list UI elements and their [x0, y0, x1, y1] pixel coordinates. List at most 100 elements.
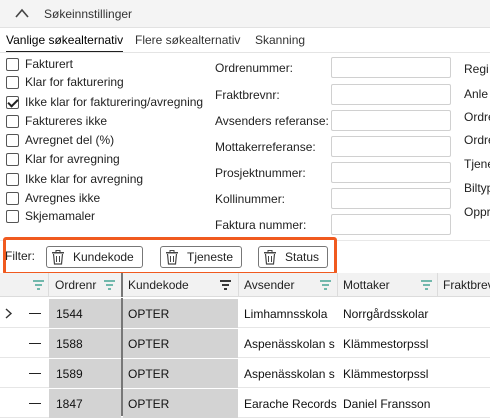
checkbox-label: Skjemamaler	[25, 209, 96, 223]
column-header-fraktbrev[interactable]: Fraktbrev	[443, 273, 490, 297]
column-divider[interactable]	[238, 273, 239, 297]
checkbox-not-ready-invoicing-settlement[interactable]: Ikke klar for fakturering/avregning	[6, 93, 203, 111]
checkbox-label: Klar for avregning	[25, 152, 120, 166]
right-field-label: Anle	[464, 87, 489, 101]
cell-avsender[interactable]: Aspenässkolan s	[239, 329, 337, 358]
sender-reference-input[interactable]	[331, 110, 451, 131]
checkbox-box[interactable]	[6, 191, 19, 205]
trash-icon[interactable]	[51, 249, 65, 265]
checkbox-label: Avregnet del (%)	[25, 133, 115, 147]
order-number-label: Ordrenummer:	[215, 61, 294, 75]
checkbox-box[interactable]	[6, 172, 19, 186]
chevron-right-icon[interactable]	[5, 308, 13, 319]
cell-kundekode[interactable]: OPTER	[123, 299, 238, 328]
tab-scanning[interactable]: Skanning	[255, 33, 305, 51]
invoice-number-input[interactable]	[331, 214, 451, 235]
checkbox-ready-for-invoicing[interactable]: Klar for fakturering	[6, 73, 124, 91]
cell-mottaker[interactable]: Klämmestorpssl	[338, 359, 437, 388]
filter-icon[interactable]	[320, 280, 331, 290]
cell-ordrenr[interactable]: 1544	[49, 299, 121, 328]
cell-avsender[interactable]: Aspenässkolan s	[239, 359, 337, 388]
waybill-input[interactable]	[331, 84, 451, 105]
filter-chip-kundekode[interactable]: Kundekode	[46, 246, 143, 268]
checkbox-label: Avregnes ikke	[25, 191, 101, 205]
project-number-label: Prosjektnummer:	[215, 166, 306, 180]
cell-ordrenr[interactable]: 1847	[49, 389, 121, 418]
column-divider[interactable]	[337, 273, 338, 297]
checkbox-box[interactable]	[6, 75, 19, 89]
column-header-mottaker[interactable]: Mottaker	[343, 273, 423, 297]
filter-label: Filter:	[5, 249, 35, 263]
column-divider[interactable]	[121, 273, 123, 297]
filter-active-icon[interactable]	[220, 280, 231, 290]
right-field-label: Tjene	[464, 157, 490, 171]
filter-chip-tjeneste[interactable]: Tjeneste	[160, 246, 243, 268]
dash-icon	[29, 343, 41, 344]
checkbox-box[interactable]	[6, 209, 19, 223]
column-divider[interactable]	[437, 273, 438, 297]
cell-mottaker[interactable]: Norrgårdsskolar	[338, 299, 437, 328]
cell-avsender[interactable]: Limhamnsskola	[239, 299, 337, 328]
cell-kundekode[interactable]: OPTER	[123, 389, 238, 418]
checkbox-not-settled[interactable]: Avregnes ikke	[6, 189, 100, 207]
checkbox-box[interactable]	[6, 152, 19, 166]
dash-icon	[29, 373, 41, 374]
tab-common-options[interactable]: Vanlige søkealternativ	[6, 33, 124, 53]
project-number-input[interactable]	[331, 162, 451, 183]
checkbox-settled-part[interactable]: Avregnet del (%)	[6, 131, 114, 149]
cell-ordrenr[interactable]: 1589	[49, 359, 121, 388]
checkbox-label: Faktureres ikke	[25, 114, 108, 128]
order-number-input[interactable]	[331, 57, 451, 78]
row-state-cell	[22, 299, 48, 328]
checkbox-label: Fakturert	[25, 57, 74, 71]
cell-ordrenr[interactable]: 1588	[49, 329, 121, 358]
checkbox-box[interactable]	[6, 133, 19, 147]
table-row[interactable]: 1589 OPTER Aspenässkolan s Klämmestorpss…	[0, 359, 490, 388]
checkbox-not-invoiced[interactable]: Faktureres ikke	[6, 112, 107, 130]
filter-chip-status[interactable]: Status	[258, 246, 329, 268]
filter-icon[interactable]	[104, 280, 115, 290]
sender-reference-label: Avsenders referanse:	[215, 114, 329, 128]
dash-icon	[29, 403, 41, 404]
dash-icon	[29, 313, 41, 314]
tab-more-options[interactable]: Flere søkealternativ	[135, 33, 240, 51]
package-number-label: Kollinummer:	[215, 192, 286, 206]
checkbox-label: Ikke klar for fakturering/avregning	[25, 95, 204, 109]
receiver-reference-input[interactable]	[331, 136, 451, 157]
chevron-up-icon[interactable]	[14, 6, 30, 20]
checkbox-box[interactable]	[6, 57, 19, 71]
checkbox-box-checked[interactable]	[6, 95, 19, 109]
cell-avsender[interactable]: Earache Records	[239, 389, 337, 418]
table-row[interactable]: 1588 OPTER Aspenässkolan s Klämmestorpss…	[0, 329, 490, 358]
filter-chip-label: Status	[285, 250, 320, 264]
table-row[interactable]: 1544 OPTER Limhamnsskola Norrgårdsskolar	[0, 299, 490, 328]
checkbox-box[interactable]	[6, 114, 19, 128]
checkbox-invoiced[interactable]: Fakturert	[6, 55, 73, 73]
receiver-reference-label: Mottakerreferanse:	[215, 140, 316, 154]
right-field-label: Regi	[464, 62, 489, 76]
filter-chip-label: Kundekode	[73, 250, 134, 264]
cell-kundekode[interactable]: OPTER	[123, 359, 238, 388]
trash-icon[interactable]	[263, 249, 277, 265]
filter-icon[interactable]	[421, 280, 432, 290]
waybill-label: Fraktbrevnr:	[215, 88, 280, 102]
row-state-cell	[22, 359, 48, 388]
settings-title: Søkeinnstillinger	[44, 7, 133, 21]
filter-icon[interactable]	[33, 280, 44, 290]
column-divider[interactable]	[48, 273, 49, 297]
cell-kundekode[interactable]: OPTER	[123, 329, 238, 358]
cell-mottaker[interactable]: Daniel Fransson	[338, 389, 437, 418]
checkbox-ready-for-settlement[interactable]: Klar for avregning	[6, 150, 120, 168]
column-header-avsender[interactable]: Avsender	[244, 273, 324, 297]
cell-mottaker[interactable]: Klämmestorpssl	[338, 329, 437, 358]
trash-icon[interactable]	[165, 249, 179, 265]
package-number-input[interactable]	[331, 188, 451, 209]
table-row[interactable]: 1847 OPTER Earache Records Daniel Franss…	[0, 389, 490, 418]
tabs-divider	[0, 52, 490, 53]
checkbox-form-templates[interactable]: Skjemamaler	[6, 207, 95, 225]
checkbox-not-ready-for-settlement[interactable]: Ikke klar for avregning	[6, 170, 143, 188]
invoice-number-label: Faktura nummer:	[215, 218, 307, 232]
column-header-kundekode[interactable]: Kundekode	[128, 273, 218, 297]
right-field-label: Oppr	[464, 205, 490, 219]
row-state-cell	[22, 389, 48, 418]
